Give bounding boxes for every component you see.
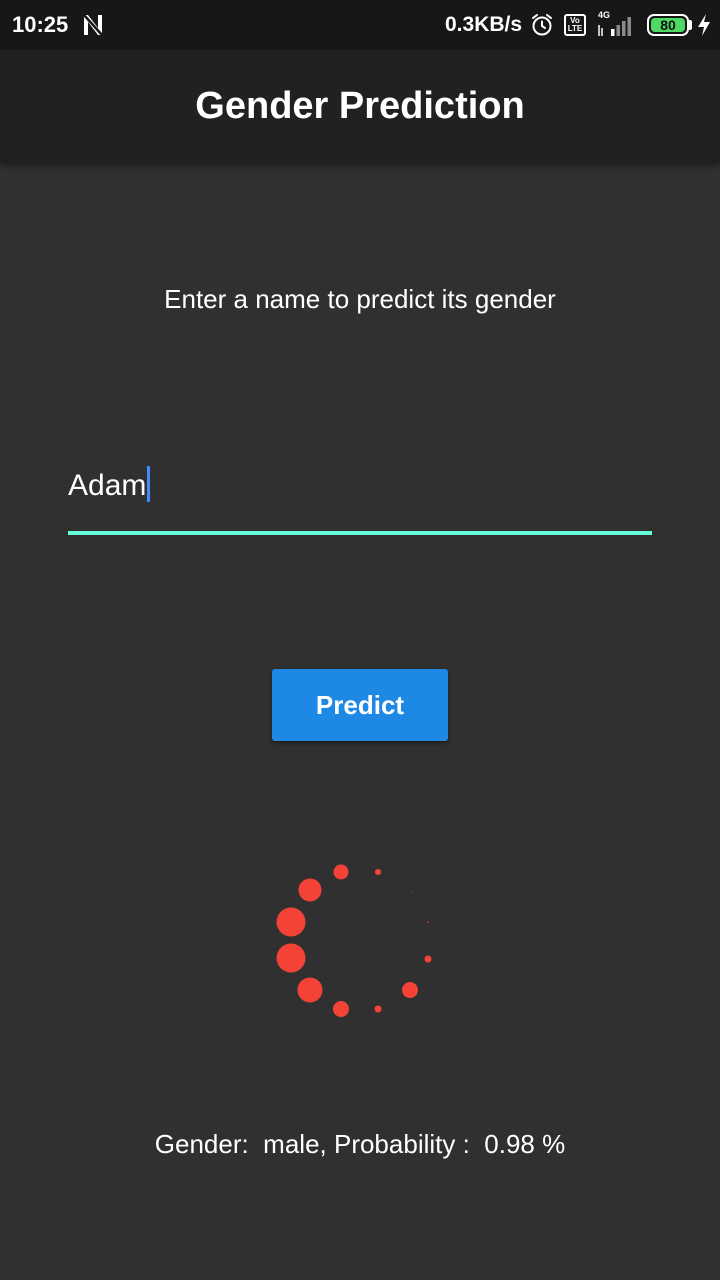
status-time: 10:25 [12,12,69,37]
battery-tip [689,20,692,30]
spinner-dot [298,878,322,902]
predict-button[interactable]: Predict [272,669,448,741]
name-input[interactable]: Adam [68,460,652,536]
network-speed: 0.3KB/s [445,13,523,36]
signal-icon [598,17,631,36]
volte-icon: Vo LTE [564,14,586,36]
app-bar: Gender Prediction [0,50,720,162]
input-underline [68,531,652,535]
spinner-dot [427,921,429,923]
battery-icon: 80 [647,14,689,36]
alarm-icon [532,14,552,36]
spinner-dot [424,955,432,963]
spinner-dot [402,982,418,998]
spinner-dot [375,869,381,875]
spinner-dot [333,864,349,880]
name-input-value-wrap[interactable]: Adam [68,466,151,506]
app-title: Gender Prediction [195,85,525,127]
spinner-dot [374,1005,382,1013]
spinner-icon [276,864,432,1017]
spinner-dot [276,943,306,973]
result-text: Gender: male, Probability : 0.98 % [154,1129,566,1159]
n-notification-icon [83,14,103,36]
text-cursor [147,466,151,502]
battery-level: 80 [651,18,685,32]
spinner-dot [411,891,413,893]
name-input-value[interactable]: Adam [68,469,146,502]
spinner-dot [276,907,306,937]
app-screen: 10:25 0.3KB/s Vo LTE 4G 80 Gender Predic… [0,0,720,1280]
status-bar: 10:25 0.3KB/s Vo LTE 4G 80 [0,0,720,50]
spinner-dot [297,977,323,1003]
instruction-text: Enter a name to predict its gender [164,284,556,314]
spinner-dot [333,1001,349,1017]
charging-bolt-icon [698,14,710,36]
